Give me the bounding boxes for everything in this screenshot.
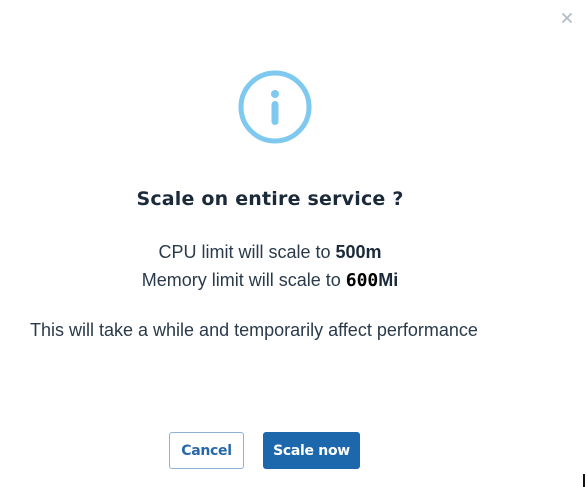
memory-limit-line: Memory limit will scale to 600Mi [0,270,540,291]
close-icon[interactable] [560,11,574,25]
edge-mark [583,474,585,487]
cpu-limit-label: CPU limit will scale to [158,242,336,262]
scale-now-button[interactable]: Scale now [263,432,360,469]
scale-confirm-dialog: Scale on entire service ? CPU limit will… [0,0,586,487]
cpu-limit-value: 500m [335,242,382,262]
memory-limit-value-unit: Mi [378,270,399,290]
warning-message: This will take a while and temporarily a… [30,320,478,340]
info-icon [238,70,312,144]
cancel-button[interactable]: Cancel [169,432,244,469]
dialog-title: Scale on entire service ? [136,188,404,210]
cpu-limit-line: CPU limit will scale to 500m [0,242,540,263]
memory-limit-value-number: 600 [345,270,379,291]
memory-limit-label: Memory limit will scale to [141,270,346,290]
